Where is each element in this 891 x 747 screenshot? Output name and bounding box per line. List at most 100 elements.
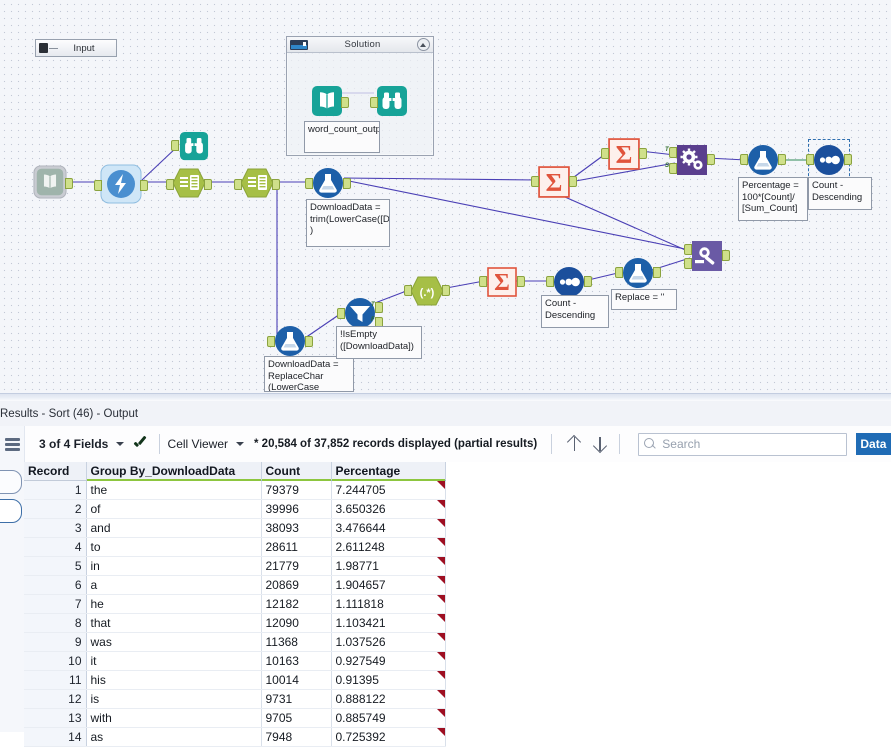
- input-port[interactable]: [171, 140, 179, 151]
- cell-count[interactable]: 7948: [261, 728, 331, 747]
- table-row[interactable]: 7he121821.111818: [24, 595, 445, 614]
- cell-count[interactable]: 10014: [261, 671, 331, 690]
- solution-container[interactable]: Solution: [286, 36, 434, 156]
- node-select-1[interactable]: [172, 166, 206, 200]
- record-nav-button[interactable]: [0, 470, 22, 494]
- node-formula-3[interactable]: [621, 256, 655, 290]
- cell-group-by[interactable]: and: [86, 519, 261, 538]
- table-row[interactable]: 10it101630.927549: [24, 652, 445, 671]
- node-container-browse[interactable]: [375, 84, 409, 118]
- cell-percentage[interactable]: 3.476644: [331, 519, 445, 538]
- output-port[interactable]: [639, 148, 647, 159]
- record-nav-button-active[interactable]: [0, 499, 22, 523]
- cell-group-by[interactable]: of: [86, 500, 261, 519]
- node-regex-1[interactable]: (.*): [410, 274, 444, 308]
- table-row[interactable]: 5in217791.98771: [24, 557, 445, 576]
- input-port[interactable]: [806, 154, 814, 165]
- node-sort-1[interactable]: [552, 265, 586, 299]
- table-row[interactable]: 12is97310.888122: [24, 690, 445, 709]
- node-download[interactable]: [100, 164, 142, 204]
- output-port[interactable]: [569, 176, 577, 187]
- output-port[interactable]: [204, 179, 212, 190]
- output-port[interactable]: [305, 336, 313, 347]
- input-port-source[interactable]: [684, 244, 692, 255]
- cell-percentage[interactable]: 1.111818: [331, 595, 445, 614]
- output-port[interactable]: [584, 276, 592, 287]
- results-table[interactable]: Record Group By_DownloadData Count Perce…: [24, 462, 446, 747]
- cell-record[interactable]: 9: [24, 633, 86, 652]
- workflow-canvas[interactable]: Input Solution: [0, 0, 891, 393]
- cell-percentage[interactable]: 7.244705: [331, 481, 445, 500]
- input-container-bar[interactable]: Input: [35, 39, 117, 57]
- cell-record[interactable]: 1: [24, 481, 86, 500]
- input-port[interactable]: [94, 180, 102, 191]
- fields-selector-label[interactable]: 3 of 4 Fields: [39, 437, 108, 451]
- node-filter-1[interactable]: T F: [343, 296, 377, 330]
- collapse-chevron-icon[interactable]: [417, 38, 430, 51]
- input-port[interactable]: [404, 285, 412, 296]
- input-port[interactable]: [305, 178, 313, 189]
- input-port[interactable]: [615, 267, 623, 278]
- input-port-target[interactable]: T: [669, 147, 677, 158]
- output-port-true[interactable]: T: [375, 302, 383, 313]
- cell-count[interactable]: 21779: [261, 557, 331, 576]
- input-port[interactable]: [234, 179, 242, 190]
- cell-percentage[interactable]: 3.650326: [331, 500, 445, 519]
- previous-record-button[interactable]: [563, 433, 583, 455]
- cell-record[interactable]: 10: [24, 652, 86, 671]
- node-summarize-3[interactable]: Σ: [607, 137, 641, 171]
- table-row[interactable]: 8that120901.103421: [24, 614, 445, 633]
- cell-group-by[interactable]: his: [86, 671, 261, 690]
- cell-percentage[interactable]: 2.611248: [331, 538, 445, 557]
- node-select-2[interactable]: [240, 166, 274, 200]
- search-box[interactable]: [638, 433, 846, 456]
- cell-percentage[interactable]: 1.037526: [331, 633, 445, 652]
- node-browse-top[interactable]: [177, 129, 211, 163]
- cell-count[interactable]: 12182: [261, 595, 331, 614]
- cell-count[interactable]: 9705: [261, 709, 331, 728]
- input-port[interactable]: [337, 308, 345, 319]
- input-port[interactable]: [479, 276, 487, 287]
- output-port[interactable]: [343, 178, 351, 189]
- cell-record[interactable]: 11: [24, 671, 86, 690]
- input-port[interactable]: [546, 276, 554, 287]
- node-formula-2[interactable]: [273, 324, 307, 358]
- next-record-button[interactable]: [589, 433, 609, 455]
- cell-count[interactable]: 39996: [261, 500, 331, 519]
- cell-record[interactable]: 5: [24, 557, 86, 576]
- input-port[interactable]: [601, 148, 609, 159]
- cell-group-by[interactable]: a: [86, 576, 261, 595]
- output-port[interactable]: [140, 180, 148, 191]
- column-header-group-by[interactable]: Group By_DownloadData: [86, 462, 261, 481]
- output-port[interactable]: [844, 154, 852, 165]
- cell-record[interactable]: 4: [24, 538, 86, 557]
- table-row[interactable]: 9was113681.037526: [24, 633, 445, 652]
- table-row[interactable]: 13with97050.885749: [24, 709, 445, 728]
- cell-count[interactable]: 11368: [261, 633, 331, 652]
- output-port[interactable]: [778, 154, 786, 165]
- cell-count[interactable]: 20869: [261, 576, 331, 595]
- cell-group-by[interactable]: he: [86, 595, 261, 614]
- output-port[interactable]: [517, 276, 525, 287]
- output-port[interactable]: [65, 178, 73, 189]
- results-grid[interactable]: Record Group By_DownloadData Count Perce…: [0, 462, 891, 732]
- input-port[interactable]: [370, 97, 378, 108]
- table-row[interactable]: 3and380933.476644: [24, 519, 445, 538]
- cell-record[interactable]: 14: [24, 728, 86, 747]
- cell-record[interactable]: 2: [24, 500, 86, 519]
- node-summarize-2[interactable]: Σ: [537, 165, 571, 199]
- output-port[interactable]: [653, 267, 661, 278]
- search-input[interactable]: [657, 436, 845, 452]
- cell-percentage[interactable]: 0.927549: [331, 652, 445, 671]
- output-port[interactable]: [707, 154, 715, 165]
- cell-count[interactable]: 10163: [261, 652, 331, 671]
- node-input-data[interactable]: [33, 165, 67, 199]
- input-port[interactable]: [267, 336, 275, 347]
- cell-count[interactable]: 12090: [261, 614, 331, 633]
- cell-record[interactable]: 7: [24, 595, 86, 614]
- column-header-record[interactable]: Record: [24, 462, 86, 481]
- input-port[interactable]: [740, 154, 748, 165]
- cell-record[interactable]: 12: [24, 690, 86, 709]
- node-summarize-1[interactable]: Σ: [485, 265, 519, 299]
- cell-count[interactable]: 79379: [261, 481, 331, 500]
